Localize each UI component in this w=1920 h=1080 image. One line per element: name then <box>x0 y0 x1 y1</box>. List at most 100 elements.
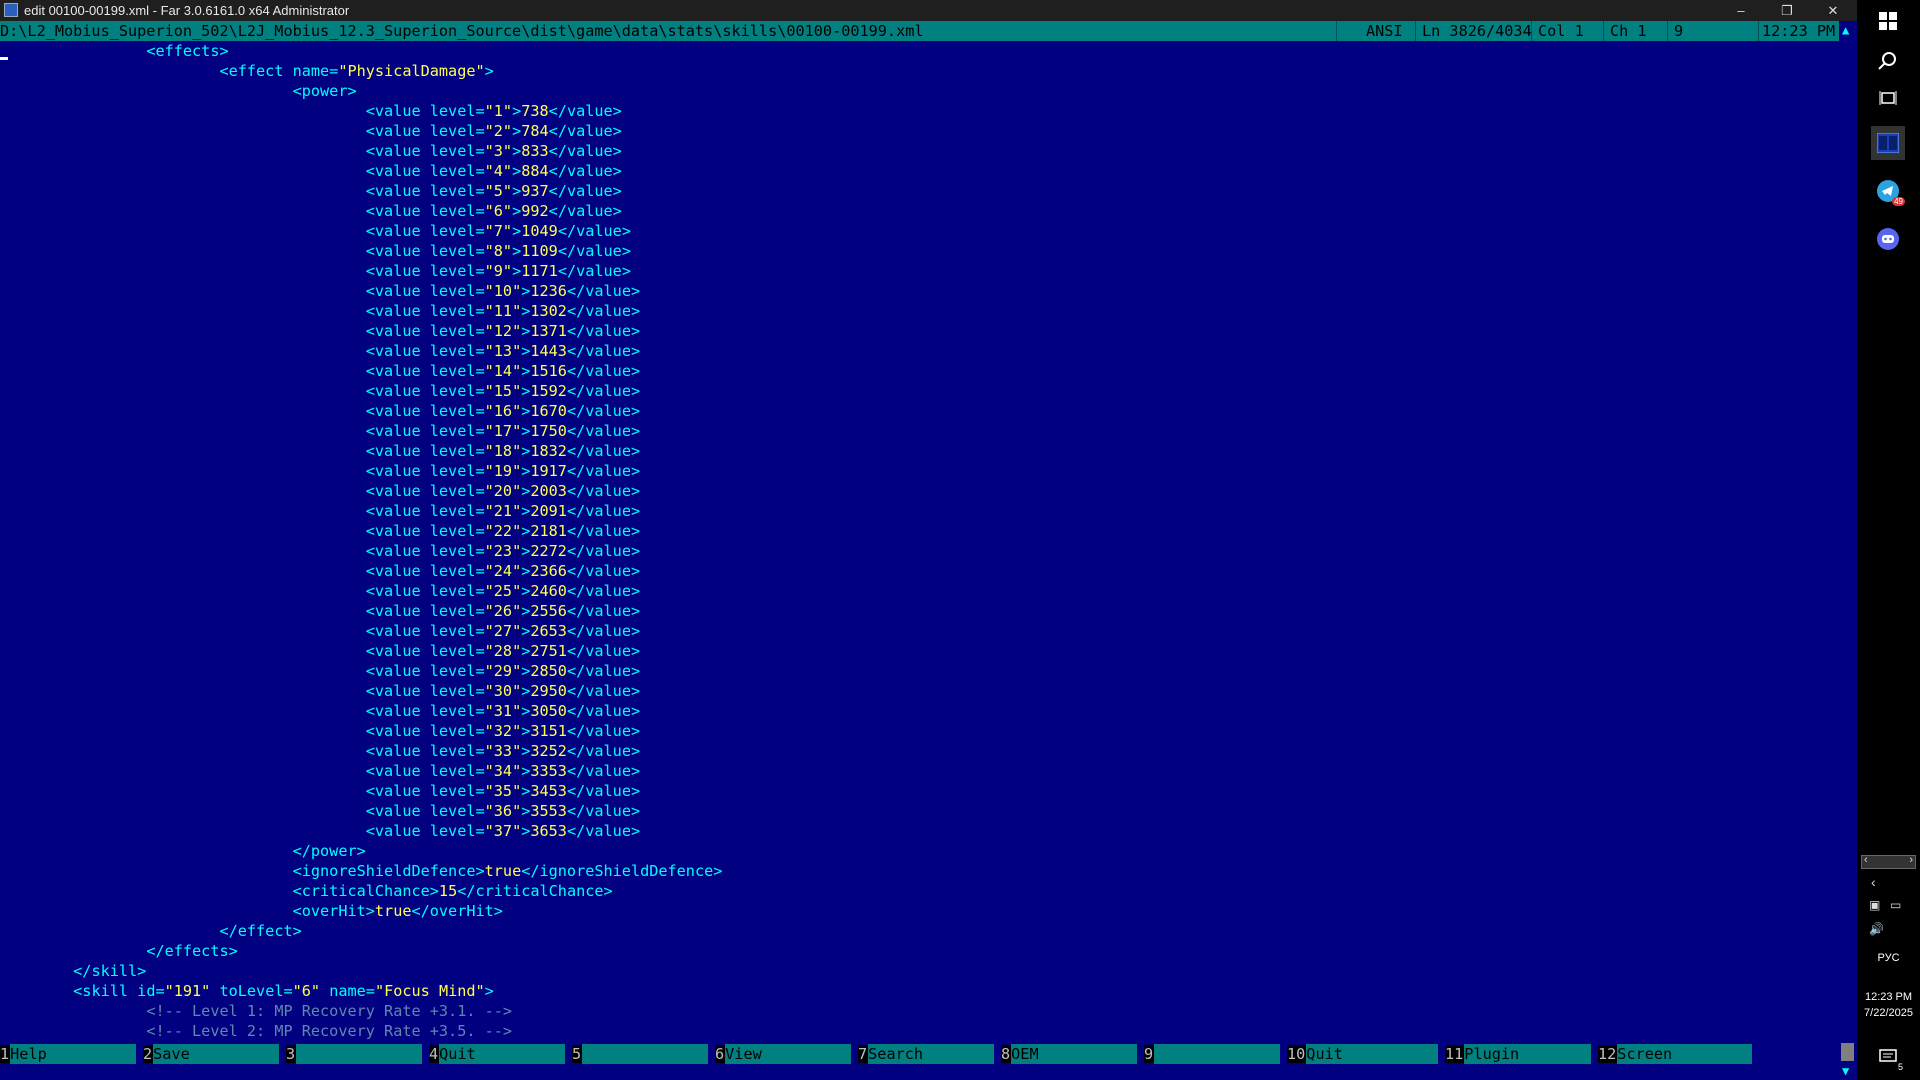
code-line-value: <value level="7">1049</value> <box>365 222 631 240</box>
code-line-value: <value level="9">1171</value> <box>365 262 631 280</box>
code-line: <power> <box>292 82 357 100</box>
function-key-11[interactable]: 11Plugin <box>1445 1044 1592 1064</box>
code-line-value: <value level="11">1302</value> <box>365 302 641 320</box>
tray-overflow-chevron-icon[interactable]: ‹ <box>1871 874 1876 890</box>
scroll-down-arrow-icon[interactable]: ▼ <box>1842 1064 1849 1078</box>
code-line-value: <value level="16">1670</value> <box>365 402 641 420</box>
title-bar[interactable]: edit 00100-00199.xml - Far 3.0.6161.0 x6… <box>0 0 1857 21</box>
code-line-value: <value level="20">2003</value> <box>365 482 641 500</box>
restore-icon: ❐ <box>1781 3 1793 18</box>
function-key-bar: 1Help 2Save 3 4Quit 5 6View 7Search 8OEM 9 10Quit… <box>0 1044 1839 1064</box>
task-view-icon[interactable] <box>1871 82 1905 116</box>
code-line-value: <value level="30">2950</value> <box>365 682 641 700</box>
char-indicator: Ch 1 <box>1610 22 1647 40</box>
close-button[interactable]: ✕ <box>1810 0 1856 21</box>
far-manager-taskbar-icon[interactable] <box>1871 126 1905 160</box>
code-line: <!-- Level 1: MP Recovery Rate +3.1. --> <box>146 1002 513 1020</box>
code-line: </skill> <box>73 962 147 980</box>
far-editor-console[interactable]: D:\L2_Mobius_Superion_502\L2J_Mobius_12.… <box>0 21 1839 1080</box>
notification-badge: 5 <box>1897 1062 1903 1072</box>
minimize-button[interactable]: – <box>1718 0 1764 21</box>
scroll-up-arrow-icon[interactable]: ▲ <box>1842 23 1849 37</box>
encoding-indicator: ANSI <box>1366 22 1403 40</box>
code-line: </effect> <box>219 922 302 940</box>
tray-scroll-left-icon[interactable]: ‹ <box>1864 854 1868 866</box>
notification-center-icon[interactable]: 5 <box>1871 1040 1905 1074</box>
close-icon: ✕ <box>1827 3 1839 18</box>
code-line-value: <value level="10">1236</value> <box>365 282 641 300</box>
code-line-value: <value level="32">3151</value> <box>365 722 641 740</box>
tray-scroll-right-icon[interactable]: › <box>1909 854 1913 866</box>
code-line: </power> <box>292 842 366 860</box>
network-icon[interactable]: ▭ <box>1890 898 1901 912</box>
char-code-indicator: 9 <box>1674 22 1684 40</box>
file-path: D:\L2_Mobius_Superion_502\L2J_Mobius_12.… <box>0 22 924 40</box>
language-indicator[interactable]: РУС <box>1857 952 1920 964</box>
volume-icon[interactable]: 🔊 <box>1869 922 1884 936</box>
taskbar-time[interactable]: 12:23 PM <box>1857 991 1920 1003</box>
code-line-value: <value level="37">3653</value> <box>365 822 641 840</box>
code-line-value: <value level="4">884</value> <box>365 162 622 180</box>
code-line: </effects> <box>146 942 238 960</box>
function-key-4[interactable]: 4Quit <box>429 1044 566 1064</box>
code-line-value: <value level="34">3353</value> <box>365 762 641 780</box>
code-line-value: <value level="23">2272</value> <box>365 542 641 560</box>
code-line-value: <value level="3">833</value> <box>365 142 622 160</box>
function-key-7[interactable]: 7Search <box>858 1044 995 1064</box>
telegram-badge: 49 <box>1892 197 1905 206</box>
code-line-value: <value level="36">3553</value> <box>365 802 641 820</box>
code-line-value: <value level="31">3050</value> <box>365 702 641 720</box>
code-line-value: <value level="28">2751</value> <box>365 642 641 660</box>
function-key-6[interactable]: 6View <box>715 1044 852 1064</box>
code-line-value: <value level="24">2366</value> <box>365 562 641 580</box>
function-key-3[interactable]: 3 <box>286 1044 423 1064</box>
code-line-value: <value level="15">1592</value> <box>365 382 641 400</box>
code-line-value: <value level="26">2556</value> <box>365 602 641 620</box>
code-line: <overHit>true</overHit> <box>292 902 503 920</box>
code-line-value: <value level="8">1109</value> <box>365 242 631 260</box>
function-key-5[interactable]: 5 <box>572 1044 709 1064</box>
function-key-1[interactable]: 1Help <box>0 1044 137 1064</box>
function-key-2[interactable]: 2Save <box>143 1044 280 1064</box>
editor-text-area[interactable]: <effects> <effect name="PhysicalDamage">… <box>0 41 1839 1061</box>
code-line-value: <value level="5">937</value> <box>365 182 622 200</box>
function-key-8[interactable]: 8OEM <box>1001 1044 1138 1064</box>
code-line-value: <value level="22">2181</value> <box>365 522 641 540</box>
code-line-value: <value level="17">1750</value> <box>365 422 641 440</box>
function-key-12[interactable]: 12Screen <box>1598 1044 1753 1064</box>
code-line-value: <value level="18">1832</value> <box>365 442 641 460</box>
code-line-value: <value level="6">992</value> <box>365 202 622 220</box>
code-line-value: <value level="1">738</value> <box>365 102 622 120</box>
restore-button[interactable]: ❐ <box>1764 0 1810 21</box>
code-line: <skill id="191" toLevel="6" name="Focus … <box>73 982 494 1000</box>
code-line: <effects> <box>146 42 229 60</box>
taskbar-date[interactable]: 7/22/2025 <box>1857 1007 1920 1019</box>
code-line-value: <value level="19">1917</value> <box>365 462 641 480</box>
function-key-9[interactable]: 9 <box>1144 1044 1281 1064</box>
search-icon[interactable] <box>1871 44 1905 78</box>
code-line: <!-- Level 2: MP Recovery Rate +3.5. --> <box>146 1022 513 1040</box>
editor-status-bar: D:\L2_Mobius_Superion_502\L2J_Mobius_12.… <box>0 21 1839 41</box>
scroll-thumb[interactable] <box>1841 1043 1854 1061</box>
window-title: edit 00100-00199.xml - Far 3.0.6161.0 x6… <box>24 3 350 18</box>
discord-icon[interactable] <box>1871 222 1905 256</box>
editor-scrollbar[interactable]: ▲ ▼ <box>1839 21 1857 1080</box>
telegram-icon[interactable]: 49 <box>1871 174 1905 208</box>
tray-device-icon[interactable]: ▣ <box>1869 898 1880 912</box>
windows-start-icon[interactable] <box>1871 4 1905 38</box>
far-app-icon <box>4 3 18 17</box>
code-line-value: <value level="2">784</value> <box>365 122 622 140</box>
code-line-value: <value level="33">3252</value> <box>365 742 641 760</box>
windows-taskbar: 49 ‹ › ‹ ▣ ▭ 🔊 РУС 12:23 PM 7/22/2025 5 <box>1857 0 1920 1080</box>
code-line-value: <value level="25">2460</value> <box>365 582 641 600</box>
tray-scrollbar[interactable]: ‹ › <box>1861 854 1916 869</box>
code-line-value: <value level="29">2850</value> <box>365 662 641 680</box>
code-line-value: <value level="21">2091</value> <box>365 502 641 520</box>
code-line: <criticalChance>15</criticalChance> <box>292 882 613 900</box>
line-indicator: Ln 3826/4034 <box>1422 22 1532 40</box>
code-line-value: <value level="14">1516</value> <box>365 362 641 380</box>
function-key-10[interactable]: 10Quit <box>1287 1044 1439 1064</box>
status-clock: 12:23 PM <box>1762 22 1836 40</box>
code-line: <ignoreShieldDefence>true</ignoreShieldD… <box>292 862 723 880</box>
code-line: <effect name="PhysicalDamage"> <box>219 62 494 80</box>
